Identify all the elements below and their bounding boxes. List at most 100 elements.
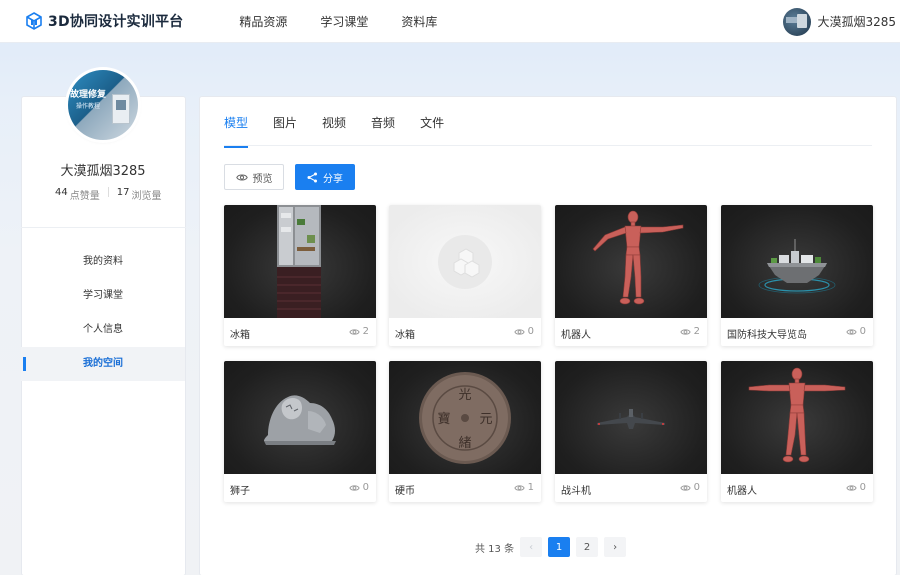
profile-name: 大漠孤烟3285 (60, 164, 146, 179)
island-thumbnail (758, 239, 836, 294)
eye-icon (514, 328, 525, 335)
eye-icon (680, 328, 691, 335)
sidebar-menu: 我的资料 学习课堂 个人信息 我的空间 (21, 245, 185, 381)
pagination-total: 共 13 条 (475, 543, 515, 555)
likes-count: 44 (55, 187, 68, 198)
user-name: 大漠孤烟3285 (817, 15, 896, 29)
preview-button[interactable]: 预览 (224, 164, 284, 190)
model-card[interactable]: 冰箱 2 (224, 205, 376, 346)
eye-icon (514, 484, 525, 491)
model-thumbnail (721, 205, 873, 318)
pagination: 共 13 条 ‹ 1 2 › (475, 537, 632, 557)
avatar-subcaption: 操作教程 (76, 103, 101, 110)
model-card[interactable]: 国防科技大导览岛 0 (721, 205, 873, 346)
tabs-divider (224, 145, 872, 146)
card-title: 机器人 (561, 330, 591, 341)
card-views: 0 (680, 482, 700, 493)
placeholder-cube-icon (438, 235, 492, 289)
card-title: 冰箱 (230, 330, 250, 341)
card-title: 国防科技大导览岛 (727, 330, 807, 341)
coin-char-bottom: 緒 (458, 436, 471, 451)
tab-image[interactable]: 图片 (273, 114, 297, 147)
model-thumbnail (721, 361, 873, 474)
model-card[interactable]: 冰箱 0 (389, 205, 541, 346)
views-label: 浏览量 (131, 191, 162, 202)
card-title: 硬币 (395, 486, 415, 497)
card-title: 机器人 (727, 486, 757, 497)
tab-audio[interactable]: 音频 (371, 114, 395, 147)
preview-label: 预览 (252, 173, 273, 185)
prev-page-button[interactable]: ‹ (520, 537, 543, 557)
tab-video[interactable]: 视频 (322, 114, 346, 147)
view-count: 0 (859, 482, 866, 493)
logo[interactable]: 3D协同设计实训平台 (25, 11, 183, 31)
model-card[interactable]: 机器人 0 (721, 361, 873, 502)
views-count: 17 (116, 187, 130, 198)
share-icon (307, 172, 317, 182)
coin-char-left: 寶 (437, 411, 450, 427)
tab-model[interactable]: 模型 (224, 114, 249, 148)
view-count: 0 (527, 326, 534, 337)
main-nav: 精品资源 学习课堂 资料库 (239, 13, 470, 30)
eye-icon (680, 484, 691, 491)
likes-label: 点赞量 (69, 191, 100, 202)
model-thumbnail (555, 205, 707, 318)
view-count: 0 (362, 482, 369, 493)
sidebar-item-my-space[interactable]: 我的空间 (21, 347, 185, 381)
card-title: 狮子 (230, 486, 250, 497)
tab-bar: 模型 图片 视频 音频 文件 (224, 114, 469, 148)
view-count: 0 (859, 326, 866, 337)
sidebar-item-personal-info[interactable]: 个人信息 (21, 313, 185, 347)
page-button-1[interactable]: 1 (548, 537, 571, 557)
page-button-2[interactable]: 2 (576, 537, 599, 557)
model-card[interactable]: 战斗机 0 (555, 361, 707, 502)
model-thumbnail (389, 205, 541, 318)
card-title: 冰箱 (395, 330, 415, 341)
nav-item-library[interactable]: 资料库 (401, 13, 437, 30)
share-label: 分享 (323, 173, 343, 185)
mannequin-thumbnail (748, 367, 846, 463)
card-views: 2 (680, 326, 700, 337)
avatar[interactable] (783, 7, 812, 36)
coin-char-top: 光 (458, 388, 471, 403)
sidebar-item-my-profile[interactable]: 我的资料 (21, 245, 185, 279)
model-card[interactable]: 光 寶 元 緒 硬币 1 (389, 361, 541, 502)
card-views: 1 (514, 482, 534, 493)
lion-thumbnail (264, 395, 336, 445)
mannequin-thumbnail (592, 210, 684, 305)
model-card[interactable]: 狮子 0 (224, 361, 376, 502)
card-title: 战斗机 (561, 486, 591, 497)
logo-text: 3D协同设计实训平台 (48, 14, 184, 30)
avatar-caption: 故理修复 (70, 90, 107, 100)
tab-file[interactable]: 文件 (420, 114, 444, 147)
sidebar-item-classroom[interactable]: 学习课堂 (21, 279, 185, 313)
cube-logo-icon (26, 12, 42, 30)
model-card[interactable]: 机器人 2 (555, 205, 707, 346)
view-count: 2 (693, 326, 700, 337)
next-page-button[interactable]: › (604, 537, 627, 557)
view-count: 1 (527, 482, 534, 493)
fridge-thumbnail (277, 205, 321, 318)
eye-icon (846, 328, 857, 335)
model-thumbnail (224, 361, 376, 474)
divider (21, 227, 186, 228)
model-thumbnail: 光 寶 元 緒 (389, 361, 541, 474)
nav-item-classroom[interactable]: 学习课堂 (320, 13, 368, 30)
eye-icon (846, 484, 857, 491)
card-views: 2 (349, 326, 369, 337)
card-views: 0 (349, 482, 369, 493)
view-count: 2 (362, 326, 369, 337)
eye-icon (235, 174, 248, 180)
user-menu[interactable]: 大漠孤烟3285 (783, 0, 900, 43)
eye-icon (349, 484, 360, 491)
card-views: 0 (514, 326, 534, 337)
nav-item-resources[interactable]: 精品资源 (239, 13, 287, 30)
card-views: 0 (846, 326, 866, 337)
eye-icon (349, 328, 360, 335)
machine-illustration (112, 94, 130, 124)
profile-avatar: 故理修复 操作教程 (68, 70, 138, 140)
profile-stats: 44 点赞量 17 浏览量 (55, 187, 161, 202)
share-button[interactable]: 分享 (295, 164, 355, 190)
coin-thumbnail: 光 寶 元 緒 (419, 372, 511, 464)
model-thumbnail (224, 205, 376, 318)
